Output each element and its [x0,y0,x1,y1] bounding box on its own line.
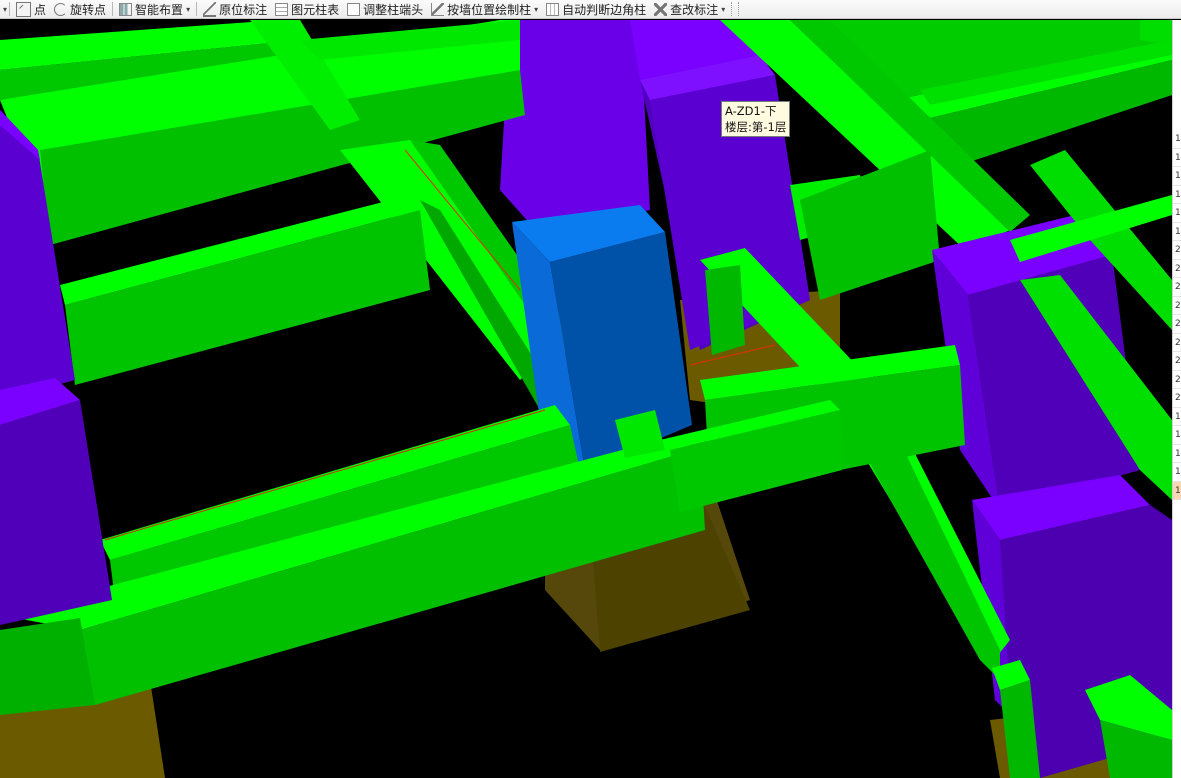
wall-position-column-label: 按墙位置绘制柱 [447,2,532,17]
panel-row[interactable]: 1 [1173,408,1181,426]
toolbar-separator [196,2,198,16]
column-table-icon [275,2,289,16]
adjust-column-end-label: 调整柱端头 [363,2,424,17]
panel-row[interactable]: 2 [1173,297,1181,315]
column-table-label: 图元柱表 [291,2,340,17]
auto-corner-column-button[interactable]: 自动判断边角柱 [542,0,650,18]
chevron-down-icon[interactable]: ▾ [534,5,538,14]
panel-row[interactable]: 1 [1173,445,1181,463]
beam[interactable] [705,265,745,355]
rotate-point-label: 旋转点 [70,2,107,17]
panel-row[interactable]: 1 [1173,167,1181,186]
wall-position-column-button[interactable]: 按墙位置绘制柱 ▾ [427,0,542,18]
panel-row[interactable]: 1 [1173,223,1181,241]
smart-layout-label: 智能布置 [135,2,184,17]
3d-viewport[interactable]: A-ZD1-下 楼层:第-1层 [0,20,1172,778]
tooltip-floor: 楼层:第-1层 [725,120,787,134]
check-edit-mark-label: 查改标注 [670,2,719,17]
rotate-point-button[interactable]: 旋转点 [50,0,110,18]
chevron-down-icon[interactable]: ▾ [721,5,725,14]
chevron-down-icon[interactable]: ▾ [186,5,190,14]
panel-row[interactable]: 2 [1173,315,1181,334]
wall-position-column-icon [431,2,445,16]
panel-row[interactable]: 2 [1173,389,1181,408]
point-icon [16,1,32,17]
smart-layout-icon [119,2,133,16]
auto-corner-column-label: 自动判断边角柱 [562,2,647,17]
check-edit-mark-button[interactable]: 查改标注 ▾ [650,0,729,18]
panel-row[interactable]: 2 [1173,371,1181,389]
panel-row[interactable]: 1 [1173,463,1181,482]
panel-spacer [1173,20,1181,130]
structure-model-canvas[interactable] [0,20,1172,778]
check-edit-mark-icon [654,2,668,16]
in-place-mark-icon [203,1,217,17]
tooltip-element-name: A-ZD1-下 [725,104,777,118]
panel-row[interactable]: 1 [1173,130,1181,149]
panel-row[interactable]: 2 [1173,352,1181,371]
beam[interactable] [0,618,95,715]
smart-layout-button[interactable]: 智能布置 ▾ [115,0,194,18]
right-property-panel-edge[interactable]: 1 1 1 1 1 1 2 2 2 2 2 2 2 2 2 1 1 1 1 1 [1172,20,1181,778]
element-tooltip: A-ZD1-下 楼层:第-1层 [721,101,791,137]
column[interactable] [500,20,650,235]
top-toolbar: ▾ 点 旋转点 智能布置 ▾ 原位标注 图元柱表 调整柱端头 按墙位置绘制柱 ▾… [0,0,1181,19]
in-place-mark-button[interactable]: 原位标注 [199,0,271,18]
toolbar-grip[interactable] [731,2,740,16]
in-place-mark-label: 原位标注 [219,2,268,17]
point-button[interactable]: 点 [12,0,50,18]
toolbar-separator [112,2,114,16]
toolbar-separator [9,2,11,16]
toolbar-overflow-dropdown[interactable]: ▾ [3,5,7,14]
adjust-column-end-icon [347,2,361,16]
auto-corner-column-icon [546,2,560,16]
panel-row[interactable]: 1 [1173,149,1181,167]
column-table-button[interactable]: 图元柱表 [271,0,343,18]
point-label: 点 [34,2,47,17]
adjust-column-end-button[interactable]: 调整柱端头 [343,0,427,18]
rotate-point-icon [54,2,68,16]
panel-row[interactable]: 2 [1173,260,1181,278]
panel-row[interactable]: 1 [1173,204,1181,223]
panel-row-selected[interactable]: 1 [1173,481,1181,500]
panel-row[interactable]: 2 [1173,241,1181,260]
panel-row[interactable]: 1 [1173,426,1181,445]
panel-row[interactable]: 2 [1173,334,1181,352]
panel-row[interactable]: 1 [1173,186,1181,204]
panel-row[interactable]: 2 [1173,278,1181,297]
